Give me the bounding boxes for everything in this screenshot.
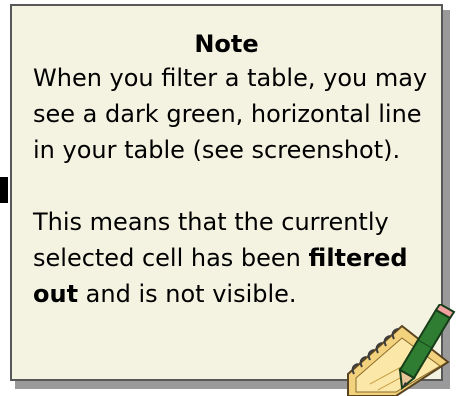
note-paragraph-2-end: and is not visible. [78,280,297,308]
note-body: When you filter a table, you may see a d… [33,60,433,312]
note-callout: Note When you filter a table, you may se… [0,0,456,396]
pencil-notepad-icon [347,304,456,396]
callout-connector [0,177,8,203]
note-title: Note [194,30,259,58]
note-paragraph-1: When you filter a table, you may see a d… [33,64,428,164]
note-paragraph-2: This means that the currently selected c… [33,204,433,312]
